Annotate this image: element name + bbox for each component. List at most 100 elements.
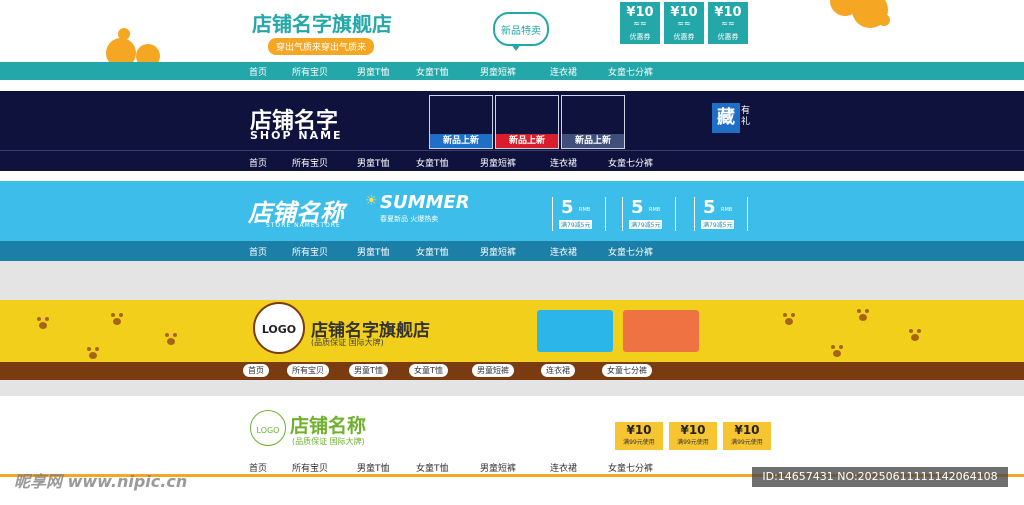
nav-item-boys-shorts[interactable]: 男童短裤 <box>480 461 516 474</box>
coupon-5-3[interactable]: 5 RMB 满79减5元 <box>694 197 748 231</box>
coupon-value: ¥10 <box>626 423 652 437</box>
nav-item-boys-shorts[interactable]: 男童短裤 <box>480 65 516 78</box>
product-slot-label: 新品上新 <box>496 134 558 148</box>
coupon-value: ¥10 <box>670 5 698 20</box>
decor-circle <box>118 28 130 40</box>
nav-item-girls-tshirt[interactable]: 女童T恤 <box>416 65 449 78</box>
nav-item-girls-pants[interactable]: 女童七分裤 <box>602 364 652 377</box>
coupon-unit: RMB <box>649 207 661 213</box>
nav-item-all[interactable]: 所有宝贝 <box>292 245 328 258</box>
banner-4: LOGO 店铺名字旗舰店 (品质保证 国际大牌) <box>0 300 1024 362</box>
logo-text: LOGO <box>261 323 297 336</box>
nav-item-boys-tshirt[interactable]: 男童T恤 <box>357 245 390 258</box>
wave-icon: ≈≈ <box>633 19 647 28</box>
favorite-big: 藏 <box>712 103 740 133</box>
nav-item-home[interactable]: 首页 <box>249 461 267 474</box>
nav-bar-1: 首页 所有宝贝 男童T恤 女童T恤 男童短裤 连衣裙 女童七分裤 <box>0 62 1024 80</box>
product-slot-1[interactable]: 新品上新 <box>429 95 493 149</box>
favorite-button[interactable]: 藏 有礼 <box>712 103 756 133</box>
paw-icon <box>164 332 178 346</box>
coupon-label: 优惠券 <box>717 33 739 41</box>
nav-item-boys-shorts[interactable]: 男童短裤 <box>472 364 514 377</box>
product-slot-label: 新品上新 <box>562 134 624 148</box>
nav-item-all[interactable]: 所有宝贝 <box>292 65 328 78</box>
coupon-cond: 满79减5元 <box>559 220 593 229</box>
coupon-yellow-2[interactable]: ¥10 满99元使用 <box>669 422 717 450</box>
nav-item-home[interactable]: 首页 <box>249 156 267 169</box>
shop-subtitle: SHOP NAME <box>250 129 343 142</box>
nav-bar-3: 首页 所有宝贝 男童T恤 女童T恤 男童短裤 连衣裙 女童七分裤 <box>0 241 1024 261</box>
nav-item-home[interactable]: 首页 <box>243 364 269 377</box>
shop-sub: (品质保证 国际大牌) <box>292 437 365 446</box>
product-slot-3[interactable]: 新品上新 <box>561 95 625 149</box>
summer-label: SUMMER <box>380 192 470 213</box>
nav-item-dress[interactable]: 连衣裙 <box>550 461 577 474</box>
coupon-cond: 满99元使用 <box>731 439 763 446</box>
nav-item-girls-tshirt[interactable]: 女童T恤 <box>416 245 449 258</box>
sun-icon: ☀ <box>365 193 378 209</box>
wave-icon: ≈≈ <box>721 19 735 28</box>
nav-item-boys-shorts[interactable]: 男童短裤 <box>480 156 516 169</box>
gap-strip <box>0 261 1024 300</box>
nav-item-all[interactable]: 所有宝贝 <box>292 156 328 169</box>
nav-item-girls-pants[interactable]: 女童七分裤 <box>608 65 653 78</box>
coupon-yellow-1[interactable]: ¥10 满99元使用 <box>615 422 663 450</box>
nav-item-all[interactable]: 所有宝贝 <box>287 364 329 377</box>
nav-item-boys-tshirt[interactable]: 男童T恤 <box>357 65 390 78</box>
nav-item-dress[interactable]: 连衣裙 <box>550 65 577 78</box>
coupon-5-1[interactable]: 5 RMB 满79减5元 <box>552 197 606 231</box>
nav-item-boys-tshirt[interactable]: 男童T恤 <box>349 364 388 377</box>
decor-circle <box>878 14 890 26</box>
nav-item-girls-pants[interactable]: 女童七分裤 <box>608 245 653 258</box>
watermark-site: 昵享网 www.nipic.cn <box>14 472 188 491</box>
shop-subtitle: STORE NAMESTORE <box>266 222 341 229</box>
logo-text: LOGO <box>256 426 280 435</box>
nav-item-dress[interactable]: 连衣裙 <box>550 245 577 258</box>
nav-item-girls-tshirt[interactable]: 女童T恤 <box>409 364 448 377</box>
nav-item-home[interactable]: 首页 <box>249 65 267 78</box>
coupon-yellow-3[interactable]: ¥10 满99元使用 <box>723 422 771 450</box>
coupon-unit: RMB <box>721 207 733 213</box>
promo-box-blue[interactable] <box>537 310 613 352</box>
product-slot-2[interactable]: 新品上新 <box>495 95 559 149</box>
nav-item-dress[interactable]: 连衣裙 <box>541 364 575 377</box>
coupon-2[interactable]: ¥10 ≈≈ 优惠券 <box>664 2 704 44</box>
nav-item-boys-tshirt[interactable]: 男童T恤 <box>357 461 390 474</box>
coupon-3[interactable]: ¥10 ≈≈ 优惠券 <box>708 2 748 44</box>
nav-item-boys-tshirt[interactable]: 男童T恤 <box>357 156 390 169</box>
coupon-label: 优惠券 <box>673 33 695 41</box>
paw-icon <box>782 312 796 326</box>
product-slot-label: 新品上新 <box>430 134 492 148</box>
favorite-small: 有礼 <box>741 106 751 127</box>
nav-divider <box>0 150 1024 151</box>
paw-icon <box>86 346 100 360</box>
logo-circle: LOGO <box>253 302 305 354</box>
coupon-cond: 满79减5元 <box>629 220 663 229</box>
nav-item-girls-pants[interactable]: 女童七分裤 <box>608 461 653 474</box>
nav-bar-2: 首页 所有宝贝 男童T恤 女童T恤 男童短裤 连衣裙 女童七分裤 <box>0 153 1024 171</box>
nav-bar-4: 首页 所有宝贝 男童T恤 女童T恤 男童短裤 连衣裙 女童七分裤 <box>0 362 1024 380</box>
shop-slogan: 穿出气质来穿出气质来 <box>268 38 375 55</box>
shop-title: 店铺名称 <box>290 415 367 437</box>
new-sale-bubble[interactable]: 新品特卖 <box>493 12 549 51</box>
gap-strip <box>0 380 1024 396</box>
nav-item-home[interactable]: 首页 <box>249 245 267 258</box>
coupon-1[interactable]: ¥10 ≈≈ 优惠券 <box>620 2 660 44</box>
watermark-id: ID:14657431 NO:20250611111142064108 <box>752 467 1008 487</box>
coupon-5-2[interactable]: 5 RMB 满79减5元 <box>622 197 676 231</box>
bubble-tail <box>511 44 521 51</box>
coupon-cond: 满99元使用 <box>677 439 709 446</box>
nav-item-boys-shorts[interactable]: 男童短裤 <box>480 245 516 258</box>
new-sale-bubble-label: 新品特卖 <box>501 26 541 37</box>
nav-item-all[interactable]: 所有宝贝 <box>292 461 328 474</box>
coupon-value: 5 <box>561 197 574 218</box>
coupon-value: 5 <box>703 197 716 218</box>
nav-item-girls-pants[interactable]: 女童七分裤 <box>608 156 653 169</box>
wave-icon: ≈≈ <box>677 19 691 28</box>
promo-box-orange[interactable] <box>623 310 699 352</box>
nav-item-girls-tshirt[interactable]: 女童T恤 <box>416 156 449 169</box>
coupon-value: ¥10 <box>714 5 742 20</box>
nav-item-girls-tshirt[interactable]: 女童T恤 <box>416 461 449 474</box>
nav-item-dress[interactable]: 连衣裙 <box>550 156 577 169</box>
shop-title: 店铺名字旗舰店 <box>252 12 392 36</box>
